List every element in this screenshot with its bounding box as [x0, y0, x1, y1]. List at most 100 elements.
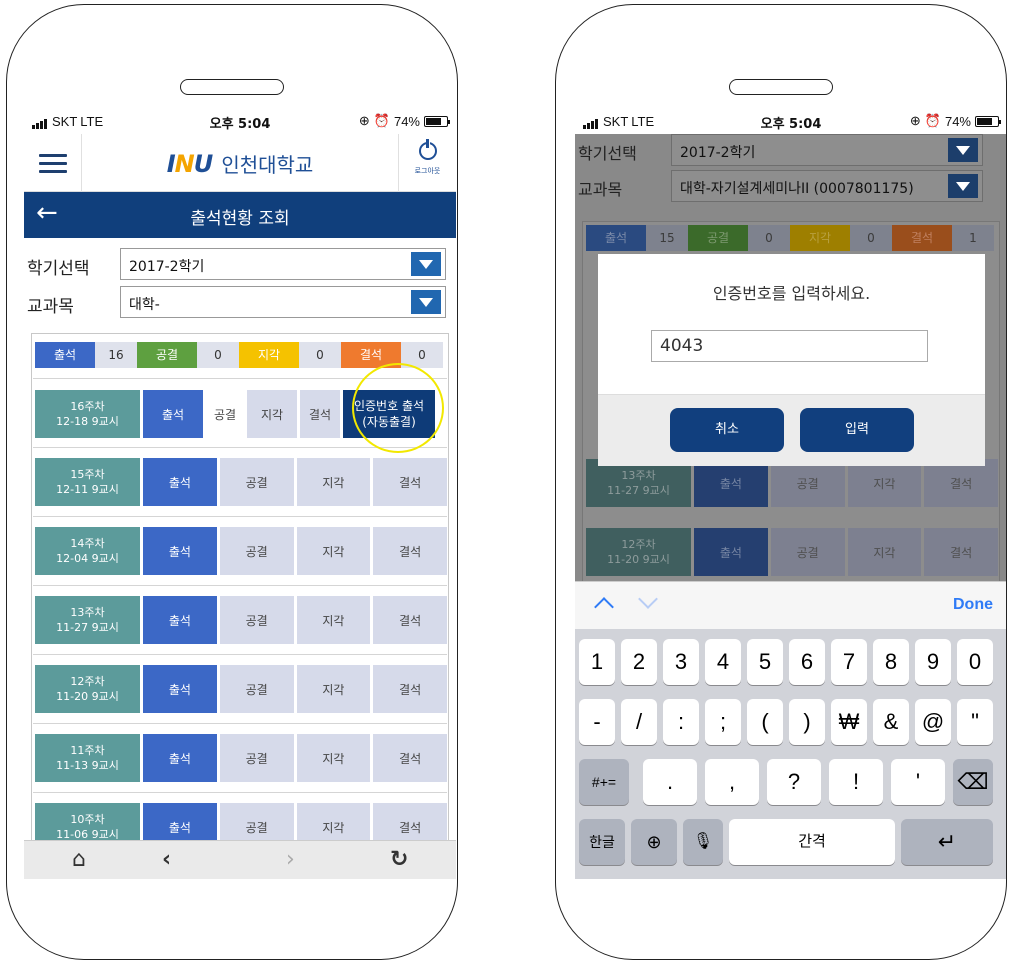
attend-button[interactable]: 출석 [143, 596, 217, 644]
key[interactable]: , [705, 759, 759, 805]
week-info: 13주차 11-27 9교시 [586, 459, 691, 507]
page-title-bar: ← 출석현황 조회 [24, 192, 456, 238]
status-right: ⊕ ⏰ 74% [910, 113, 1001, 129]
alarm-icon: ⏰ [924, 113, 941, 128]
excused-button[interactable]: 공결 [770, 459, 845, 507]
excused-button[interactable]: 공결 [219, 665, 294, 713]
key[interactable]: ? [767, 759, 821, 805]
key[interactable]: & [873, 699, 909, 745]
late-button[interactable]: 지각 [247, 390, 297, 438]
key[interactable]: 3 [663, 639, 699, 685]
week-row: 11주차 11-13 9교시 출석 공결 지각 결석 [35, 734, 447, 782]
summary-late-count: 0 [850, 225, 892, 251]
key[interactable]: : [663, 699, 699, 745]
back-icon[interactable]: ‹ [162, 847, 171, 872]
semester-select[interactable]: 2017-2학기 [120, 248, 446, 280]
attend-button[interactable]: 출석 [143, 390, 203, 438]
late-button[interactable]: 지각 [296, 665, 371, 713]
key[interactable]: 6 [789, 639, 825, 685]
excused-button[interactable]: 공결 [219, 527, 294, 575]
auth-code-input[interactable]: 4043 [651, 330, 928, 362]
key[interactable]: 5 [747, 639, 783, 685]
key[interactable]: 7 [831, 639, 867, 685]
key[interactable]: - [579, 699, 615, 745]
course-row: 교과목 대학-자기설계세미나II (0007801175) [575, 170, 1006, 206]
divider [33, 516, 447, 517]
excused-button[interactable]: 공결 [206, 390, 244, 438]
late-button[interactable]: 지각 [847, 528, 922, 576]
summary-attend-count: 15 [646, 225, 688, 251]
semester-row: 학기선택 2017-2학기 [575, 134, 1006, 170]
forward-icon[interactable]: › [286, 847, 295, 872]
key[interactable]: ) [789, 699, 825, 745]
absent-button[interactable]: 결석 [373, 665, 447, 713]
return-icon[interactable]: ↵ [901, 819, 993, 865]
page-title: 출석현황 조회 [190, 209, 290, 229]
key[interactable]: ₩ [831, 699, 867, 745]
attend-button[interactable]: 출석 [143, 527, 217, 575]
logout-button[interactable]: 로그아웃 [398, 134, 456, 192]
summary-late-count: 0 [299, 342, 341, 368]
language-key[interactable]: 한글 [579, 819, 625, 865]
key[interactable]: ; [705, 699, 741, 745]
course-label: 교과목 [27, 297, 74, 317]
week-number: 16주차 [70, 400, 105, 413]
week-date: 11-20 9교시 [56, 690, 119, 703]
key[interactable]: 4 [705, 639, 741, 685]
week-info: 16주차 12-18 9교시 [35, 390, 140, 438]
key[interactable]: 2 [621, 639, 657, 685]
absent-button[interactable]: 결석 [300, 390, 340, 438]
brand-logo[interactable]: INU 인천대학교 [24, 149, 456, 178]
excused-button[interactable]: 공결 [219, 596, 294, 644]
absent-button[interactable]: 결석 [924, 528, 998, 576]
attend-button[interactable]: 출석 [143, 458, 217, 506]
key[interactable]: ' [891, 759, 945, 805]
refresh-icon[interactable]: ↻ [390, 847, 408, 872]
symbols-key[interactable]: #+= [579, 759, 629, 805]
course-select[interactable]: 대학-자기설계세미나II (0007801175) [671, 170, 983, 202]
late-button[interactable]: 지각 [296, 527, 371, 575]
attend-button[interactable]: 출석 [143, 734, 217, 782]
late-button[interactable]: 지각 [296, 734, 371, 782]
excused-button[interactable]: 공결 [219, 458, 294, 506]
microphone-icon[interactable]: 🎙 [683, 819, 723, 865]
chevron-up-icon[interactable] [594, 597, 614, 617]
week-number: 10주차 [70, 813, 105, 826]
absent-button[interactable]: 결석 [373, 596, 447, 644]
late-button[interactable]: 지각 [296, 458, 371, 506]
absent-button[interactable]: 결석 [373, 458, 447, 506]
late-button[interactable]: 지각 [296, 596, 371, 644]
key[interactable]: 9 [915, 639, 951, 685]
key[interactable]: 1 [579, 639, 615, 685]
late-button[interactable]: 지각 [847, 459, 922, 507]
semester-select[interactable]: 2017-2학기 [671, 134, 983, 166]
home-icon[interactable]: ⌂ [72, 847, 86, 872]
cancel-button[interactable]: 취소 [670, 408, 784, 452]
key[interactable]: / [621, 699, 657, 745]
key[interactable]: ( [747, 699, 783, 745]
space-key[interactable]: 간격 [729, 819, 895, 865]
week-date: 11-13 9교시 [56, 759, 119, 772]
delete-icon[interactable]: ⌫ [953, 759, 993, 805]
attend-button[interactable]: 출석 [694, 459, 768, 507]
attend-button[interactable]: 출석 [143, 665, 217, 713]
key[interactable]: 0 [957, 639, 993, 685]
key[interactable]: . [643, 759, 697, 805]
chevron-down-icon[interactable] [638, 589, 658, 609]
course-select[interactable]: 대학- [120, 286, 446, 318]
excused-button[interactable]: 공결 [219, 734, 294, 782]
key[interactable]: @ [915, 699, 951, 745]
course-value: 대학-자기설계세미나II (0007801175) [680, 181, 914, 197]
key[interactable]: ! [829, 759, 883, 805]
key[interactable]: " [957, 699, 993, 745]
absent-button[interactable]: 결석 [373, 734, 447, 782]
key[interactable]: 8 [873, 639, 909, 685]
attend-button[interactable]: 출석 [694, 528, 768, 576]
done-button[interactable]: Done [953, 596, 993, 614]
submit-button[interactable]: 입력 [800, 408, 914, 452]
excused-button[interactable]: 공결 [770, 528, 845, 576]
attendance-summary: 출석 15 공결 0 지각 0 결석 1 [586, 225, 996, 251]
absent-button[interactable]: 결석 [924, 459, 998, 507]
globe-icon[interactable]: ⊕ [631, 819, 677, 865]
absent-button[interactable]: 결석 [373, 527, 447, 575]
